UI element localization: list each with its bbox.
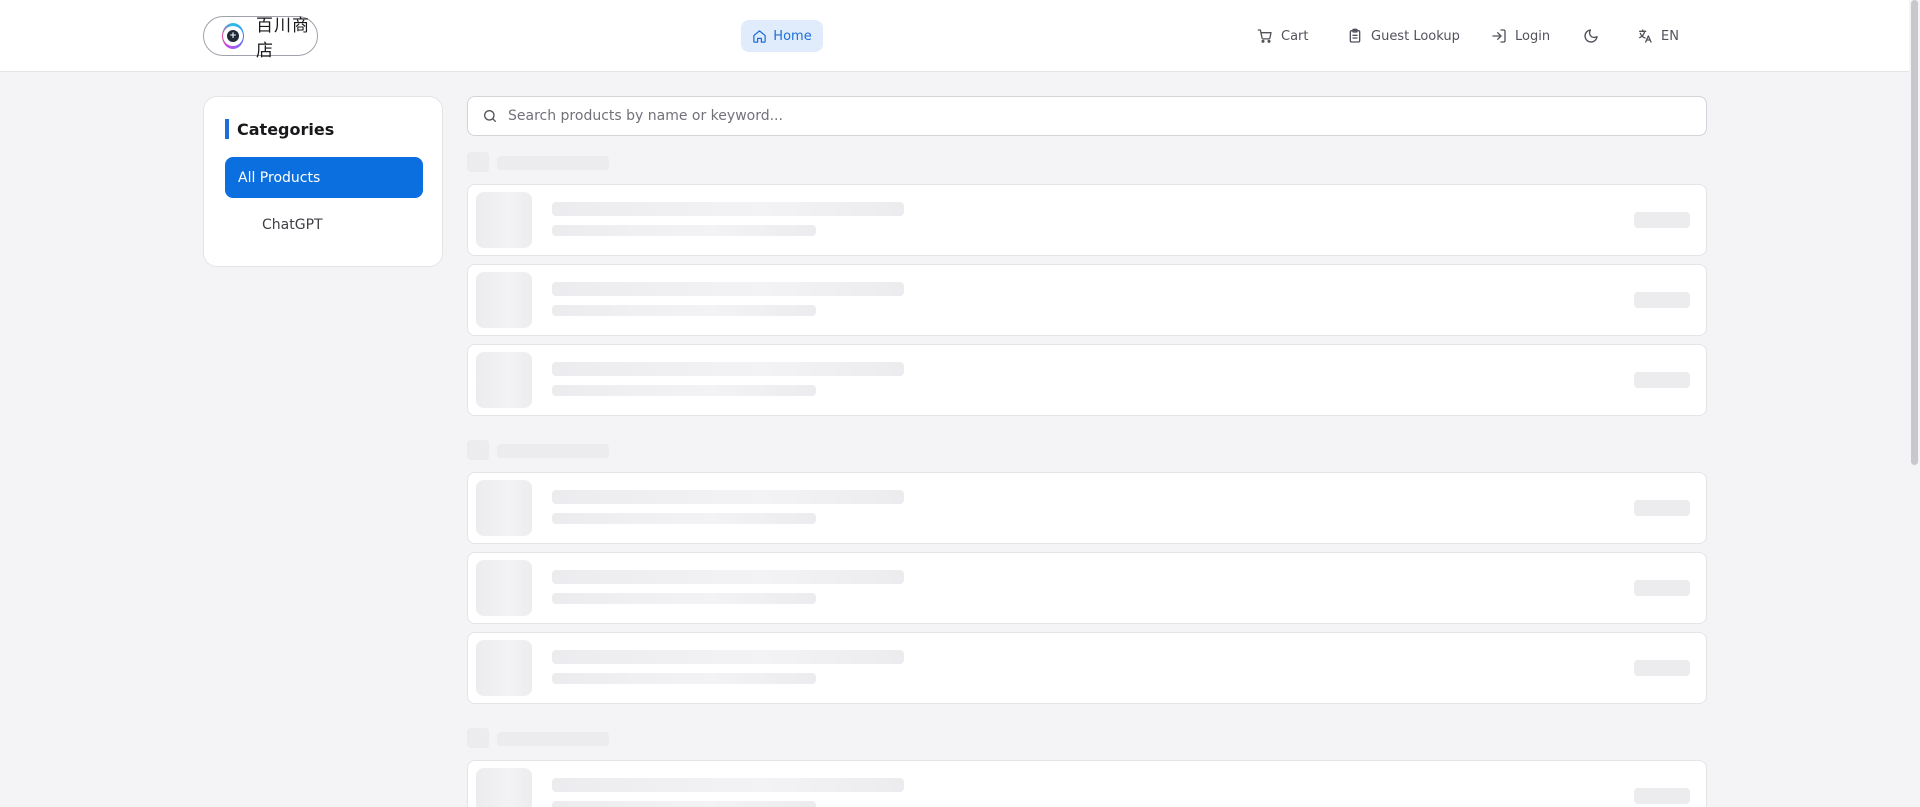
language-label: EN: [1661, 28, 1679, 44]
clipboard-icon: [1347, 28, 1363, 44]
language-switch-button[interactable]: EN: [1637, 22, 1679, 50]
product-card-skeleton: [467, 344, 1707, 416]
category-all-products[interactable]: All Products: [225, 157, 423, 198]
cart-icon: [1257, 28, 1273, 44]
search-bar: [467, 96, 1707, 136]
logo-icon: +: [222, 23, 245, 49]
product-card-skeleton: [467, 760, 1707, 807]
login-icon: [1491, 28, 1507, 44]
search-input[interactable]: [508, 97, 1706, 135]
categories-title: Categories: [225, 119, 334, 139]
search-icon: [482, 108, 498, 124]
translate-icon: [1637, 28, 1653, 44]
product-card-skeleton: [467, 184, 1707, 256]
group-heading-skeleton: [467, 728, 617, 748]
product-card-skeleton: [467, 552, 1707, 624]
group-heading-skeleton: [467, 440, 617, 460]
theme-toggle-button[interactable]: [1583, 22, 1599, 50]
category-chatgpt[interactable]: ChatGPT: [225, 205, 423, 245]
nav-guest-lookup-button[interactable]: Guest Lookup: [1347, 22, 1460, 50]
categories-panel: Categories All Products ChatGPT: [203, 96, 443, 267]
nav-login-button[interactable]: Login: [1491, 22, 1550, 50]
logo-text: 百川商店: [256, 16, 311, 61]
nav-home-label: Home: [773, 28, 812, 44]
nav-home-button[interactable]: Home: [741, 20, 823, 52]
group-heading-skeleton: [467, 152, 617, 172]
moon-icon: [1583, 28, 1599, 44]
nav-cart-button[interactable]: Cart: [1257, 22, 1309, 50]
product-card-skeleton: [467, 632, 1707, 704]
nav-cart-label: Cart: [1281, 28, 1309, 44]
product-card-skeleton: [467, 472, 1707, 544]
nav-guest-lookup-label: Guest Lookup: [1371, 28, 1460, 44]
nav-login-label: Login: [1515, 28, 1551, 44]
logo-button[interactable]: + 百川商店: [203, 16, 318, 61]
page-scrollbar-thumb[interactable]: [1911, 0, 1918, 465]
home-icon: [752, 29, 767, 44]
product-card-skeleton: [467, 264, 1707, 336]
top-navbar: + 百川商店 Home Cart Guest Lookup Login EN: [0, 0, 1909, 72]
